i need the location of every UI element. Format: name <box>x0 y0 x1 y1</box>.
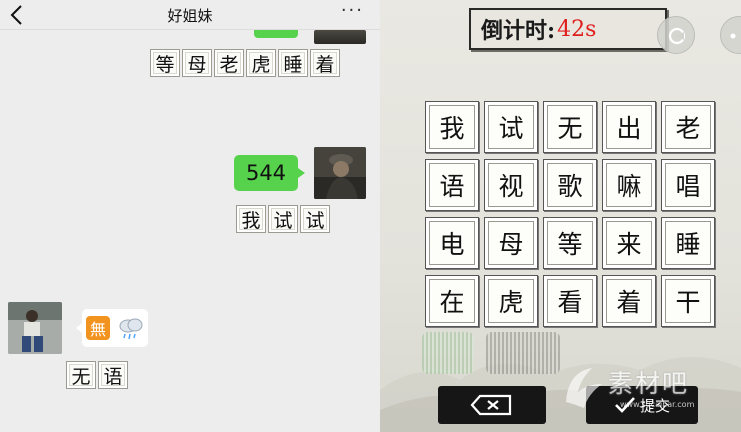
grid-tile[interactable]: 等 <box>543 217 597 269</box>
grid-tile[interactable]: 来 <box>602 217 656 269</box>
answer-slot-blurred <box>422 332 474 374</box>
delete-button[interactable] <box>438 386 546 424</box>
grid-tile[interactable]: 老 <box>661 101 715 153</box>
char-tile: 试 <box>268 205 298 233</box>
avatar-me[interactable] <box>314 30 366 44</box>
grid-tile[interactable]: 睡 <box>661 217 715 269</box>
char-tile: 无 <box>66 361 96 389</box>
avatar-photo-icon <box>8 302 62 354</box>
game-panel: 倒计时: 42s 我 试 无 出 老 语 视 歌 嘛 唱 电 母 等 来 睡 在… <box>380 0 741 432</box>
char-tile: 虎 <box>246 49 276 77</box>
char-tile: 语 <box>98 361 128 389</box>
message-bubble-partial[interactable] <box>254 30 298 38</box>
message-3-chars: 无 语 <box>66 361 128 389</box>
grid-tile[interactable]: 我 <box>425 101 479 153</box>
grid-tile[interactable]: 唱 <box>661 159 715 211</box>
pacman-icon <box>668 27 686 45</box>
mu-emoji-icon: 無 <box>86 316 110 340</box>
answer-slot-blurred <box>486 332 560 374</box>
grid-tile[interactable]: 无 <box>543 101 597 153</box>
chat-header: 好姐妹 ··· <box>0 0 380 30</box>
char-tile: 着 <box>310 49 340 77</box>
char-tile: 等 <box>150 49 180 77</box>
grid-tile[interactable]: 视 <box>484 159 538 211</box>
chat-panel: 好姐妹 ··· 等 母 老 虎 睡 着 544 我 试 试 無 无 语 <box>0 0 380 432</box>
countdown-timer: 倒计时: 42s <box>469 8 667 50</box>
grid-tile[interactable]: 语 <box>425 159 479 211</box>
more-dots-button[interactable] <box>720 16 741 54</box>
grid-tile[interactable]: 嘛 <box>602 159 656 211</box>
grid-tile[interactable]: 出 <box>602 101 656 153</box>
watermark-url: www.sucaibar.com <box>620 400 695 409</box>
avatar-me[interactable] <box>314 147 366 199</box>
grid-tile[interactable]: 母 <box>484 217 538 269</box>
char-tile: 睡 <box>278 49 308 77</box>
mini-program-capsule-button[interactable] <box>657 16 695 54</box>
watermark-text: 素材吧 <box>608 369 690 398</box>
char-tile: 母 <box>182 49 212 77</box>
grid-tile[interactable]: 虎 <box>484 275 538 327</box>
dot-icon <box>730 33 736 39</box>
timer-value: 42s <box>557 16 597 42</box>
more-options-button[interactable]: ··· <box>341 0 364 21</box>
rain-cloud-icon <box>119 318 143 340</box>
watermark: 素材吧 www.sucaibar.com <box>558 362 738 418</box>
backspace-icon <box>470 394 512 416</box>
char-tile: 试 <box>300 205 330 233</box>
message-2-chars: 我 试 试 <box>236 205 330 233</box>
grid-tile[interactable]: 电 <box>425 217 479 269</box>
chat-title: 好姐妹 <box>167 7 213 25</box>
grid-tile[interactable]: 干 <box>661 275 715 327</box>
timer-label: 倒计时: <box>481 18 556 44</box>
message-1-chars: 等 母 老 虎 睡 着 <box>150 49 340 77</box>
char-tile: 老 <box>214 49 244 77</box>
avatar-photo-icon <box>314 147 366 199</box>
char-tile: 我 <box>236 205 266 233</box>
grid-tile[interactable]: 看 <box>543 275 597 327</box>
grid-tile[interactable]: 在 <box>425 275 479 327</box>
watermark-logo-icon <box>566 368 602 408</box>
message-bubble[interactable]: 544 <box>234 155 305 191</box>
grid-tile[interactable]: 歌 <box>543 159 597 211</box>
character-grid: 我 试 无 出 老 语 视 歌 嘛 唱 电 母 等 来 睡 在 虎 看 着 干 <box>425 101 715 327</box>
avatar-friend[interactable] <box>8 302 62 354</box>
grid-tile[interactable]: 试 <box>484 101 538 153</box>
message-bubble[interactable]: 無 <box>76 309 148 347</box>
grid-tile[interactable]: 着 <box>602 275 656 327</box>
